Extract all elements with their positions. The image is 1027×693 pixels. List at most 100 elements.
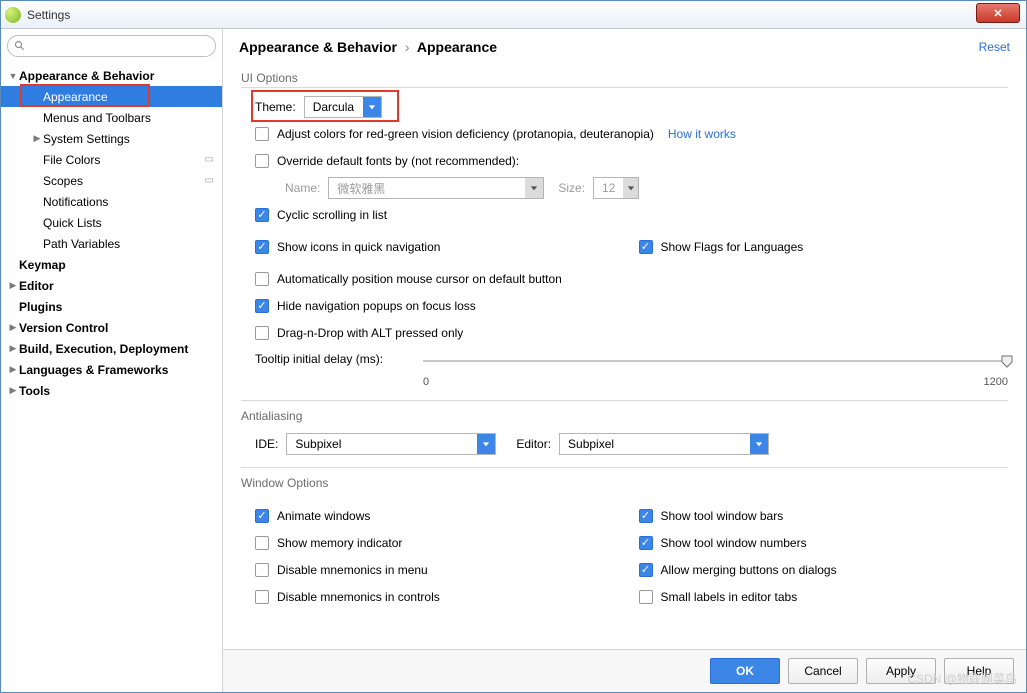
chevron-right-icon: ▶ [7, 343, 19, 354]
tree-item[interactable]: ▼Appearance & Behavior [1, 65, 222, 86]
tree-item[interactable]: Notifications [1, 191, 222, 212]
tree-item-label: File Colors [43, 153, 201, 167]
drag-drop-alt-label: Drag-n-Drop with ALT pressed only [277, 326, 463, 340]
hide-nav-popups-checkbox[interactable] [255, 299, 269, 313]
tree-item-label: Appearance [43, 90, 214, 104]
tree-item[interactable]: ▶Build, Execution, Deployment [1, 338, 222, 359]
theme-label: Theme: [255, 100, 296, 114]
slider-thumb-icon[interactable] [1000, 354, 1014, 368]
tree-item[interactable]: ▶Languages & Frameworks [1, 359, 222, 380]
chevron-right-icon: ▶ [7, 364, 19, 375]
tree-item[interactable]: Plugins [1, 296, 222, 317]
window-close-button[interactable]: ✕ [976, 3, 1020, 23]
section-antialiasing: Antialiasing [241, 409, 1008, 425]
theme-select[interactable]: Darcula [304, 96, 382, 118]
small-labels-tabs-label: Small labels in editor tabs [661, 590, 798, 604]
cyclic-scrolling-checkbox[interactable] [255, 208, 269, 222]
section-ui-options: UI Options [241, 71, 1008, 88]
chevron-down-icon [477, 434, 495, 454]
search-input[interactable] [30, 39, 209, 53]
allow-merging-buttons-label: Allow merging buttons on dialogs [661, 563, 837, 577]
tree-item[interactable]: Keymap [1, 254, 222, 275]
small-labels-tabs-checkbox[interactable] [639, 590, 653, 604]
auto-position-cursor-checkbox[interactable] [255, 272, 269, 286]
aa-editor-select[interactable]: Subpixel [559, 433, 769, 455]
chevron-right-icon: ▶ [31, 133, 43, 144]
aa-ide-label: IDE: [255, 437, 278, 451]
tree-item[interactable]: Path Variables [1, 233, 222, 254]
aa-editor-value: Subpixel [560, 437, 750, 451]
tree-item[interactable]: ▶Editor [1, 275, 222, 296]
breadcrumb-parent: Appearance & Behavior [239, 39, 397, 55]
font-name-select[interactable]: 微软雅黑 [328, 177, 544, 199]
show-tool-window-bars-checkbox[interactable] [639, 509, 653, 523]
titlebar: Settings ✕ [1, 1, 1026, 29]
window-title: Settings [27, 8, 70, 22]
dialog-footer: OK Cancel Apply Help [223, 649, 1026, 692]
reset-link[interactable]: Reset [979, 40, 1010, 54]
tree-item-label: Quick Lists [43, 216, 214, 230]
disable-mnemonics-controls-checkbox[interactable] [255, 590, 269, 604]
show-memory-label: Show memory indicator [277, 536, 402, 550]
font-size-value: 12 [594, 181, 623, 195]
aa-editor-label: Editor: [516, 437, 551, 451]
tree-item-label: Menus and Toolbars [43, 111, 214, 125]
ok-button[interactable]: OK [710, 658, 780, 684]
show-icons-quicknav-checkbox[interactable] [255, 240, 269, 254]
tooltip-max: 1200 [984, 376, 1008, 388]
breadcrumb-sep: › [405, 39, 410, 55]
adjust-colors-label: Adjust colors for red-green vision defic… [277, 127, 654, 141]
show-icons-quicknav-label: Show icons in quick navigation [277, 240, 440, 254]
show-memory-checkbox[interactable] [255, 536, 269, 550]
tree-item-label: Languages & Frameworks [19, 363, 214, 377]
apply-button[interactable]: Apply [866, 658, 936, 684]
disable-mnemonics-menu-checkbox[interactable] [255, 563, 269, 577]
chevron-down-icon [525, 178, 543, 198]
app-icon [5, 7, 21, 23]
breadcrumb-child: Appearance [417, 39, 497, 55]
disable-mnemonics-menu-label: Disable mnemonics in menu [277, 563, 428, 577]
tree-item[interactable]: Menus and Toolbars [1, 107, 222, 128]
tree-item[interactable]: ▶System Settings [1, 128, 222, 149]
tree-item[interactable]: Appearance [1, 86, 222, 107]
how-it-works-link[interactable]: How it works [668, 127, 736, 141]
font-name-value: 微软雅黑 [329, 180, 525, 197]
tree-item[interactable]: ▶Version Control [1, 317, 222, 338]
chevron-down-icon [750, 434, 768, 454]
cyclic-scrolling-label: Cyclic scrolling in list [277, 208, 387, 222]
theme-value: Darcula [305, 100, 363, 114]
chevron-right-icon: ▶ [7, 280, 19, 291]
disable-mnemonics-controls-label: Disable mnemonics in controls [277, 590, 440, 604]
font-size-label: Size: [558, 181, 585, 195]
drag-drop-alt-checkbox[interactable] [255, 326, 269, 340]
tree-item-label: Editor [19, 279, 214, 293]
settings-tree[interactable]: ▼Appearance & Behavior Appearance Menus an… [1, 61, 222, 692]
override-fonts-checkbox[interactable] [255, 154, 269, 168]
hide-nav-popups-label: Hide navigation popups on focus loss [277, 299, 476, 313]
close-icon: ✕ [993, 7, 1002, 20]
show-tool-window-numbers-checkbox[interactable] [639, 536, 653, 550]
aa-ide-select[interactable]: Subpixel [286, 433, 496, 455]
tree-item[interactable]: Scopes▭ [1, 170, 222, 191]
show-flags-languages-label: Show Flags for Languages [661, 240, 804, 254]
tree-item[interactable]: ▶Tools [1, 380, 222, 401]
chevron-right-icon: ▶ [7, 385, 19, 396]
help-button[interactable]: Help [944, 658, 1014, 684]
font-size-select[interactable]: 12 [593, 177, 639, 199]
cancel-button[interactable]: Cancel [788, 658, 858, 684]
adjust-colors-checkbox[interactable] [255, 127, 269, 141]
auto-position-cursor-label: Automatically position mouse cursor on d… [277, 272, 562, 286]
tooltip-delay-slider[interactable]: Tooltip initial delay (ms): [255, 352, 1008, 370]
show-flags-languages-checkbox[interactable] [639, 240, 653, 254]
font-name-label: Name: [285, 181, 320, 195]
tree-item[interactable]: File Colors▭ [1, 149, 222, 170]
search-icon [14, 40, 26, 52]
tree-item-label: Scopes [43, 174, 201, 188]
section-window-options: Window Options [241, 476, 1008, 492]
animate-windows-checkbox[interactable] [255, 509, 269, 523]
search-input-wrap[interactable] [7, 35, 216, 57]
tree-item[interactable]: Quick Lists [1, 212, 222, 233]
aa-ide-value: Subpixel [287, 437, 477, 451]
tooltip-min: 0 [423, 376, 429, 388]
allow-merging-buttons-checkbox[interactable] [639, 563, 653, 577]
